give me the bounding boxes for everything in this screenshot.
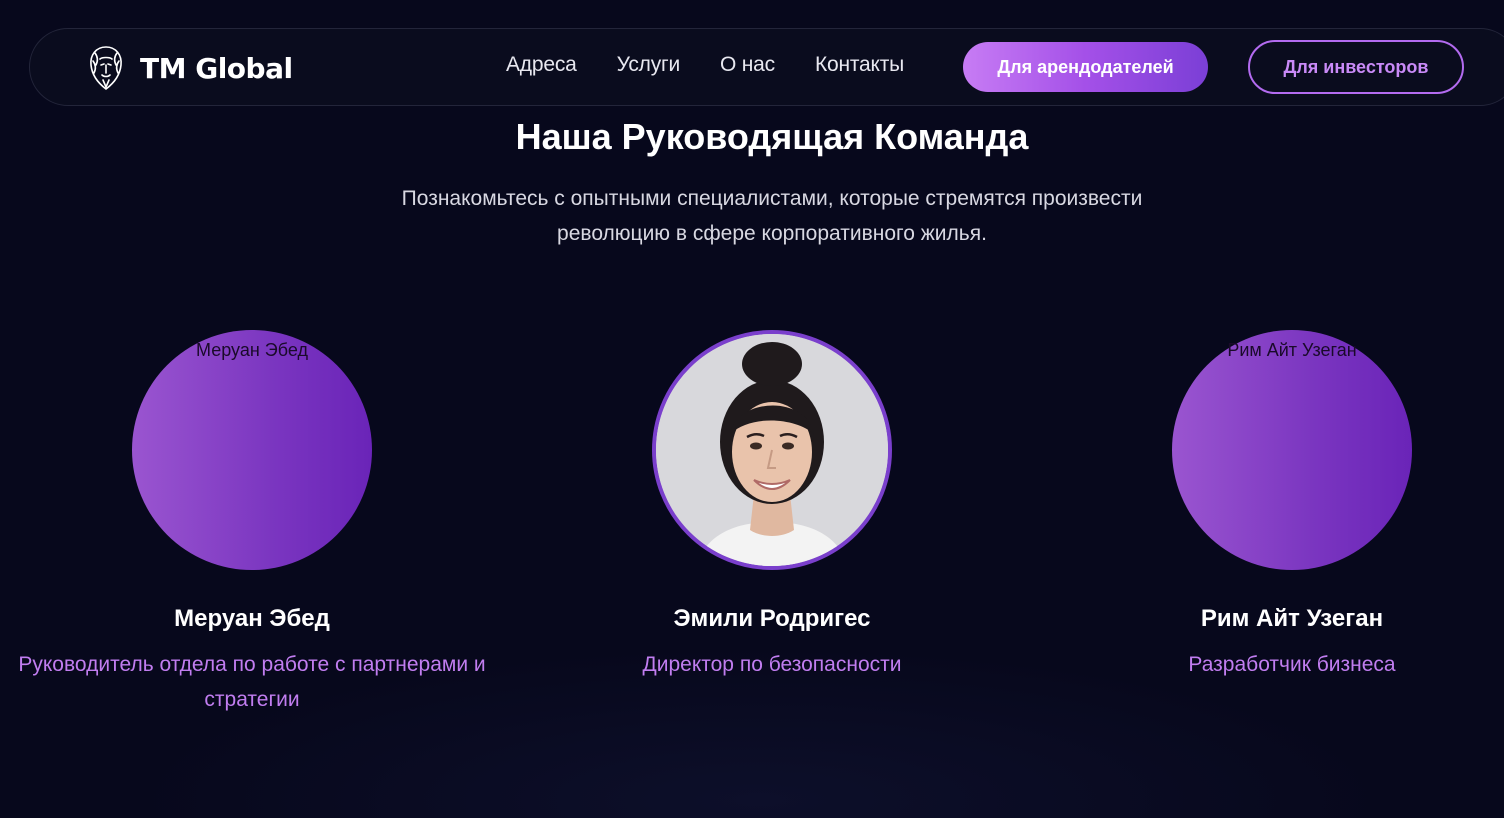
avatar: Рим Айт Узеган xyxy=(1172,330,1412,570)
landlords-button[interactable]: Для арендодателей xyxy=(963,42,1208,92)
member-role: Разработчик бизнеса xyxy=(1188,653,1396,676)
nav-link-addresses[interactable]: Адреса xyxy=(506,53,577,77)
nav-link-contacts[interactable]: Контакты xyxy=(815,53,904,77)
avatar: Меруан Эбед xyxy=(132,330,372,570)
navbar: TM Global Адреса Услуги О нас Контакты Д… xyxy=(29,28,1504,106)
nav-link-about[interactable]: О нас xyxy=(720,53,775,77)
lion-head-icon xyxy=(90,46,122,91)
member-name: Рим Айт Узеган xyxy=(1200,605,1384,632)
avatar-photo xyxy=(652,330,892,570)
section-subtitle: Познакомьтесь с опытными специалистами, … xyxy=(401,187,1143,245)
portrait-image xyxy=(656,334,888,566)
team-member-card: Меруан Эбед Меруан Эбед Руководитель отд… xyxy=(2,330,502,717)
avatar-alt-text: Рим Айт Узеган xyxy=(1227,340,1357,360)
team-member-card: Эмили Родригес Директор по безопасности xyxy=(522,330,1022,682)
investors-button[interactable]: Для инвесторов xyxy=(1248,40,1464,94)
nav-link-services[interactable]: Услуги xyxy=(617,53,681,77)
member-name: Меруан Эбед xyxy=(174,605,330,632)
member-name: Эмили Родригес xyxy=(673,605,871,632)
section-title: Наша Руководящая Команда xyxy=(515,116,1029,157)
brand-logo-link[interactable]: TM Global xyxy=(86,43,293,93)
nav-links: Адреса Услуги О нас Контакты xyxy=(506,53,904,77)
brand-name: TM Global xyxy=(140,51,293,85)
member-role: Директор по безопасности xyxy=(642,653,902,676)
team-member-card: Рим Айт Узеган Рим Айт Узеган Разработчи… xyxy=(1042,330,1504,682)
member-role: Руководитель отдела по работе с партнера… xyxy=(18,653,486,711)
avatar-alt-text: Меруан Эбед xyxy=(196,340,308,360)
